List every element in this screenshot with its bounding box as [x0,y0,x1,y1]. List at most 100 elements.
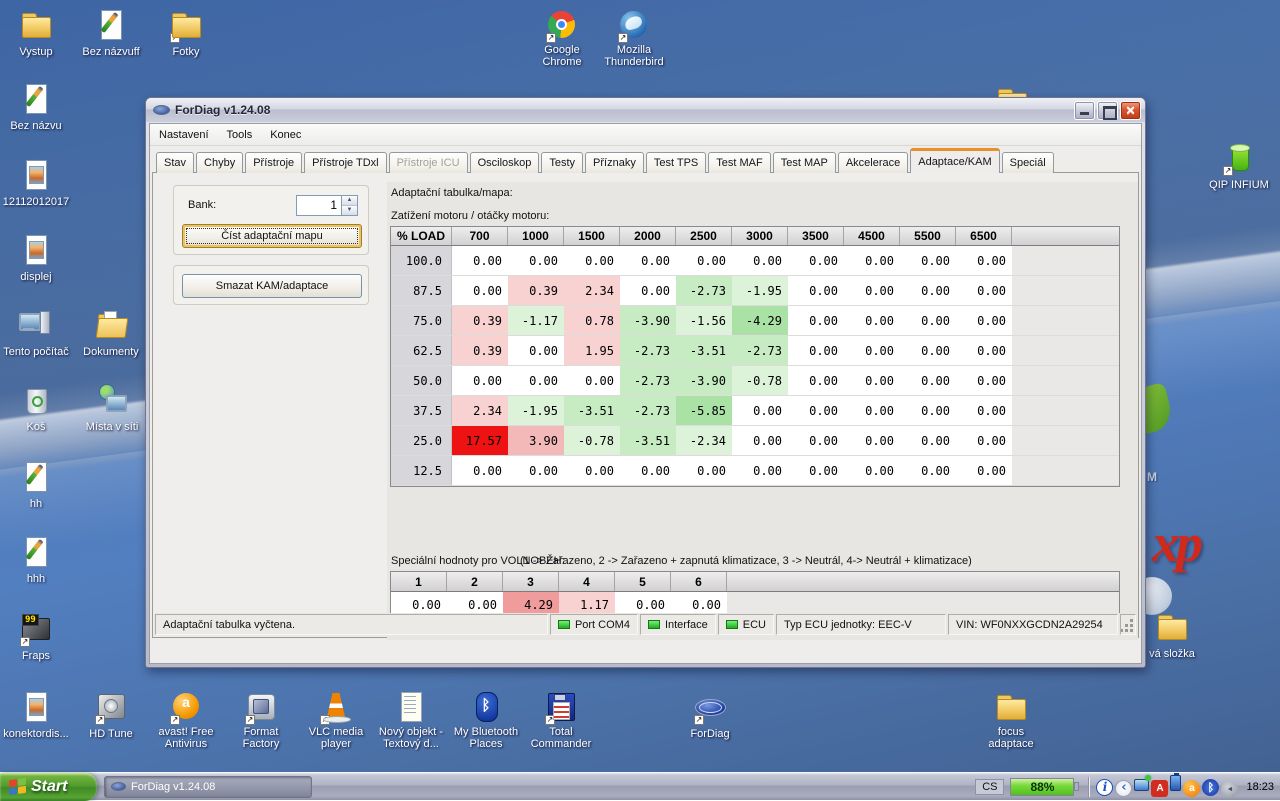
tab-test-maf[interactable]: Test MAF [708,152,770,173]
map-col-header-4500: 4500 [844,227,900,245]
taskbar-clock[interactable]: 18:23 [1246,781,1274,793]
battery-meter[interactable]: 88% [1010,778,1074,796]
map-row-filler [1012,396,1119,425]
tab-test-tps[interactable]: Test TPS [646,152,706,173]
desktop-icon-google-chrome[interactable]: Google Chrome [526,8,598,70]
idle-col-header-6: 6 [671,572,727,591]
textdoc-icon [394,690,428,724]
tab-příznaky[interactable]: Příznaky [585,152,644,173]
map-row-87-5: 87.50.000.392.340.00-2.73-1.950.000.000.… [391,276,1119,306]
tab-přístroje-tdxl[interactable]: Přístroje TDxl [304,152,386,173]
tab-stav[interactable]: Stav [156,152,194,173]
map-row-75-0: 75.00.39-1.170.78-3.90-1.56-4.290.000.00… [391,306,1119,336]
desktop-icon-bez-názvu[interactable]: Bez názvu [0,82,72,134]
map-cell: -0.78 [564,426,620,455]
tab-chyby[interactable]: Chyby [196,152,243,173]
window-title: ForDiag v1.24.08 [175,103,1072,117]
paint-icon [19,82,53,116]
desktop-icon-místa-v-síti[interactable]: Místa v síti [76,383,148,435]
desktop-icon-tento-počítač[interactable]: Tento počítač [0,308,72,360]
adaptation-map-table: % LOAD7001000150020002500300035004500550… [390,226,1120,487]
network-icon[interactable] [1134,779,1149,791]
desktop-icon-displej[interactable]: displej [0,233,72,285]
start-button[interactable]: Start [0,773,97,801]
map-row-filler [1012,336,1119,365]
desktop-icon-bez-názvuff[interactable]: Bez názvuff [75,8,147,60]
tab-strip: StavChybyPřístrojePřístroje TDxlPřístroj… [156,150,1056,173]
minimize-button[interactable] [1074,101,1095,120]
info-icon[interactable] [1096,779,1113,796]
desktop-icon-12112012017[interactable]: 12112012017 [0,158,72,210]
desktop-icon-nový-objekt-textový-d[interactable]: Nový objekt - Textový d... [375,690,447,752]
window-titlebar[interactable]: ForDiag v1.24.08 [146,98,1145,122]
image-icon [19,158,53,192]
map-cell: -1.17 [508,306,564,335]
tab-page-adaptace-kam: Bank: ▲ ▼ Číst adaptační mapu Smazat KAM… [152,172,1139,638]
desktop-icon-koš[interactable]: Koš [0,383,72,435]
desktop-icon-mozilla-thunderbird[interactable]: Mozilla Thunderbird [598,8,670,70]
shortcut-arrow-icon [320,715,330,725]
taskbar-task-fordiag[interactable]: ForDiag v1.24.08 [104,776,312,798]
tab-speciál[interactable]: Speciál [1002,152,1054,173]
desktop-icon-qip-infium[interactable]: QIP INFIUM [1203,141,1275,193]
desktop-icon-dokumenty[interactable]: Dokumenty [75,308,147,360]
start-label: Start [31,778,67,796]
bank-input[interactable] [296,195,342,216]
avast-icon[interactable] [1183,780,1200,797]
map-cell: 0.00 [564,456,620,485]
map-cell: -2.73 [620,336,676,365]
desktop-icon-vystup[interactable]: Vystup [0,8,72,60]
desktop-icon-total-commander[interactable]: Total Commander [525,690,597,752]
desktop-icon-vlc-media-player[interactable]: VLC media player [300,690,372,752]
desktop-icon-avast-free-antivirus[interactable]: avast! Free Antivirus [150,690,222,752]
map-cell: 0.00 [676,246,732,275]
hide-icons-chevron-icon[interactable] [1115,780,1132,797]
language-indicator[interactable]: CS [975,779,1004,795]
volume-icon[interactable] [1221,781,1238,798]
tab-adaptace-kam[interactable]: Adaptace/KAM [910,148,999,173]
desktop-icon-fraps[interactable]: Fraps [0,612,72,664]
tab-osciloskop[interactable]: Osciloskop [470,152,540,173]
map-cell: 0.00 [956,426,1012,455]
tab-přístroje[interactable]: Přístroje [245,152,302,173]
menu-item-nastavení[interactable]: Nastavení [150,126,218,144]
desktop-icon-hhh[interactable]: hhh [0,535,72,587]
desktop-icon-focus-adaptace[interactable]: focus adaptace [975,690,1047,752]
adaptation-panel: Adaptační tabulka/mapa: Zatížení motoru … [387,182,1138,640]
menu-item-tools[interactable]: Tools [218,126,262,144]
tab-testy[interactable]: Testy [541,152,583,173]
shortcut-arrow-icon [618,33,628,43]
idle-col-header-4: 4 [559,572,615,591]
shortcut-arrow-icon [20,637,30,647]
desktop-icon-konektordis[interactable]: konektordis... [0,690,72,742]
tab-akcelerace[interactable]: Akcelerace [838,152,908,173]
map-cell: 0.00 [844,366,900,395]
pdf-icon[interactable] [1151,780,1168,797]
desktop-icon-fordiag[interactable]: ForDiag [674,690,746,742]
map-cell: 0.00 [844,276,900,305]
desktop-icon-hh[interactable]: hh [0,460,72,512]
maximize-button[interactable] [1097,101,1118,120]
spin-down-icon[interactable]: ▼ [342,206,357,215]
battery-icon[interactable] [1170,775,1181,791]
desktop-icon-format-factory[interactable]: Format Factory [225,690,297,752]
resize-grip[interactable] [1120,614,1136,635]
desktop-icon-hd-tune[interactable]: HD Tune [75,690,147,742]
menu-item-konec[interactable]: Konec [261,126,310,144]
map-cell: -3.90 [676,366,732,395]
close-button[interactable] [1120,101,1141,120]
map-cell: 0.00 [508,366,564,395]
idle-note: (1 -> Zařazeno, 2 -> Zařazeno + zapnutá … [520,555,972,567]
desktop-icon-fotky[interactable]: Fotky [150,8,222,60]
bluetooth-icon[interactable] [1202,779,1219,796]
map-cell: 0.00 [732,426,788,455]
shortcut-arrow-icon [1223,166,1233,176]
spin-up-icon[interactable]: ▲ [342,196,357,206]
map-col-header-2000: 2000 [620,227,676,245]
desktop-icon-vá-složka[interactable]: vá složka [1136,610,1208,662]
map-cell: 0.00 [788,276,844,305]
tab-test-map[interactable]: Test MAP [773,152,836,173]
read-adaptation-map-button[interactable]: Číst adaptační mapu [182,224,362,248]
clear-kam-button[interactable]: Smazat KAM/adaptace [182,274,362,298]
desktop-icon-my-bluetooth-places[interactable]: My Bluetooth Places [450,690,522,752]
